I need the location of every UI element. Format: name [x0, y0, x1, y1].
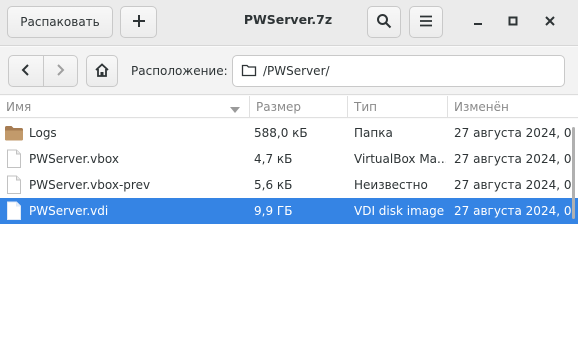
back-button[interactable] [9, 56, 43, 86]
file-row-logs[interactable]: Logs 588,0 кБ Папка 27 августа 2024, 0..… [0, 120, 578, 146]
folder-outline-icon [241, 63, 257, 80]
main-menu-button[interactable] [409, 6, 443, 38]
file-modified: 27 августа 2024, 0... [454, 126, 574, 140]
window-title: PWServer.7z [243, 12, 333, 27]
forward-button[interactable] [42, 56, 78, 86]
file-size: 5,6 кБ [254, 178, 293, 192]
file-modified: 27 августа 2024, 0... [454, 152, 574, 166]
file-icon [4, 149, 24, 169]
navigation-buttons [8, 55, 78, 87]
column-header-modified[interactable]: Изменён [448, 96, 578, 118]
file-type: Неизвестно [354, 178, 428, 192]
add-files-button[interactable] [120, 6, 157, 38]
column-header-name[interactable]: Имя [0, 96, 250, 118]
file-name: PWServer.vdi [29, 204, 109, 218]
hamburger-menu-icon [418, 13, 434, 32]
vertical-scrollbar[interactable] [572, 127, 575, 219]
column-type-label: Тип [354, 100, 377, 114]
file-icon [4, 175, 24, 195]
column-size-label: Размер [256, 100, 302, 114]
file-modified: 27 августа 2024, 0... [454, 178, 574, 192]
search-icon [376, 13, 392, 32]
column-header-size[interactable]: Размер [250, 96, 348, 118]
file-type: Папка [354, 126, 393, 140]
file-size: 4,7 кБ [254, 152, 293, 166]
file-row-pwserver-vdi[interactable]: PWServer.vdi 9,9 ГБ VDI disk image 27 ав… [0, 198, 578, 224]
file-name-cell: PWServer.vbox-prev [4, 172, 248, 198]
chevron-left-icon [19, 63, 33, 80]
sort-descending-icon [229, 103, 241, 117]
file-name-cell: Logs [4, 120, 248, 146]
extract-button-label: Распаковать [20, 15, 100, 29]
close-window-button[interactable] [536, 8, 564, 36]
file-list: Logs 588,0 кБ Папка 27 августа 2024, 0..… [0, 119, 578, 364]
file-name: PWServer.vbox [29, 152, 119, 166]
file-icon [4, 201, 24, 221]
file-name: Logs [29, 126, 57, 140]
column-name-label: Имя [6, 100, 32, 114]
maximize-button[interactable] [499, 8, 527, 36]
file-name: PWServer.vbox-prev [29, 178, 151, 192]
location-label: Расположение: [131, 64, 228, 78]
header-bar: Распаковать PWServer.7z [0, 0, 578, 46]
file-type: VDI disk image [354, 204, 445, 218]
extract-button[interactable]: Распаковать [7, 6, 113, 38]
minimize-button[interactable] [464, 8, 492, 36]
location-bar: Расположение: /PWServer/ [0, 47, 578, 95]
location-path-field[interactable]: /PWServer/ [232, 55, 565, 87]
file-size: 9,9 ГБ [254, 204, 293, 218]
column-headers: Имя Размер Тип Изменён [0, 96, 578, 118]
home-button[interactable] [86, 55, 118, 87]
minimize-icon [472, 15, 484, 30]
file-row-pwserver-vbox-prev[interactable]: PWServer.vbox-prev 5,6 кБ Неизвестно 27 … [0, 172, 578, 198]
folder-icon [4, 123, 24, 143]
maximize-icon [507, 15, 519, 30]
file-name-cell: PWServer.vdi [4, 198, 248, 224]
column-modified-label: Изменён [454, 100, 509, 114]
location-path: /PWServer/ [263, 64, 330, 78]
search-button[interactable] [367, 6, 401, 38]
file-row-pwserver-vbox[interactable]: PWServer.vbox 4,7 кБ VirtualBox Ma... 27… [0, 146, 578, 172]
file-name-cell: PWServer.vbox [4, 146, 248, 172]
chevron-right-icon [53, 63, 67, 80]
file-size: 588,0 кБ [254, 126, 308, 140]
column-header-type[interactable]: Тип [348, 96, 448, 118]
file-modified: 27 августа 2024, 0... [454, 204, 574, 218]
home-icon [94, 62, 110, 81]
file-type: VirtualBox Ma... [354, 152, 446, 166]
plus-icon [131, 13, 147, 32]
close-icon [544, 15, 556, 30]
